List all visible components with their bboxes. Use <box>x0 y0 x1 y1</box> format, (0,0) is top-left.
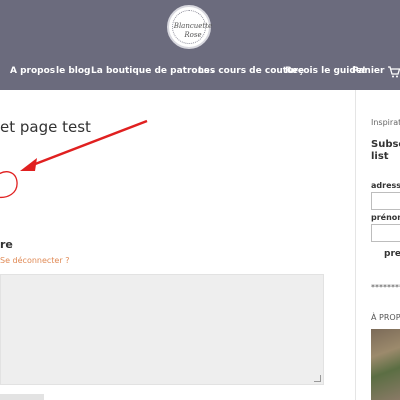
logout-link[interactable]: Se déconnecter ? <box>0 256 69 265</box>
firstname-label: prénom <box>371 213 400 222</box>
sidebar-separator-stars: ********* <box>371 283 400 292</box>
sidebar-subscribe-heading: Subscr list <box>371 139 400 163</box>
comment-textarea[interactable] <box>0 274 324 385</box>
submit-button-edge[interactable] <box>0 394 44 400</box>
sidebar-about-photo <box>371 329 400 400</box>
sidebar-inspiration-link[interactable]: Inspirati <box>371 118 400 127</box>
sidebar-about-heading: À PROPO <box>371 313 400 322</box>
sidebar-divider <box>355 90 356 400</box>
firstname-field[interactable] <box>371 224 400 242</box>
annotation-overlay <box>0 119 148 199</box>
resize-handle-icon[interactable] <box>314 375 321 382</box>
annotation-arrow-shaft <box>29 119 148 168</box>
annotation-arrow-head <box>20 158 37 171</box>
subscribe-line1: Subscr <box>371 139 400 150</box>
comment-heading: re <box>0 238 13 251</box>
subscribe-line2: list <box>371 151 389 162</box>
shopping-cart-icon[interactable] <box>387 65 400 79</box>
annotation-circle <box>0 171 18 199</box>
cart-glyph <box>388 66 400 78</box>
email-label: adresse <box>371 181 400 190</box>
subscribe-button[interactable]: pren <box>384 249 400 259</box>
email-field[interactable] <box>371 192 400 210</box>
